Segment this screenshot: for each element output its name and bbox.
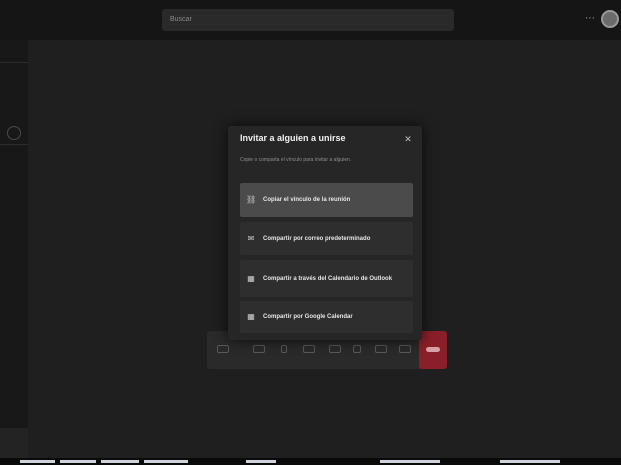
more-options-icon[interactable]: ⋯ xyxy=(583,11,597,27)
taskbar-item[interactable] xyxy=(500,460,560,463)
leave-button[interactable] xyxy=(419,331,447,369)
taskbar-item[interactable] xyxy=(101,460,139,463)
people-icon[interactable] xyxy=(253,345,265,353)
rooms-icon[interactable] xyxy=(303,345,315,353)
camera-icon[interactable] xyxy=(329,345,341,353)
avatar[interactable] xyxy=(601,10,619,28)
close-icon[interactable]: ✕ xyxy=(402,132,414,146)
chat-icon[interactable] xyxy=(217,345,229,353)
option-label: Compartir por correo predeterminado xyxy=(263,235,371,242)
more-actions-icon[interactable] xyxy=(399,345,411,353)
title-bar: Buscar ⋯ xyxy=(0,0,621,40)
reactions-icon[interactable] xyxy=(281,345,287,353)
calendar-icon: ▦ xyxy=(247,273,255,283)
option-label: Copiar el vínculo de la reunión xyxy=(263,197,351,203)
link-icon: ⛓ xyxy=(246,195,257,204)
mic-icon[interactable] xyxy=(353,345,361,353)
taskbar-item[interactable] xyxy=(60,460,96,463)
rail-divider xyxy=(0,144,28,145)
search-input[interactable]: Buscar xyxy=(162,9,454,31)
taskbar-item[interactable] xyxy=(246,460,276,463)
share-google-button[interactable]: ▦ Compartir por Google Calendar xyxy=(240,301,413,333)
hangup-icon xyxy=(426,347,440,352)
app-rail xyxy=(0,40,28,458)
rail-bottom-item[interactable] xyxy=(0,428,28,458)
invite-dialog: Invitar a alguien a unirse ✕ Copie o com… xyxy=(228,126,422,340)
option-label: Compartir por Google Calendar xyxy=(263,314,353,320)
app-window: Buscar ⋯ Invitar a alguien a unirse ✕ Co… xyxy=(0,0,621,458)
rail-app-icon[interactable] xyxy=(7,126,21,140)
taskbar-item[interactable] xyxy=(144,460,188,463)
share-outlook-button[interactable]: ▦ Compartir a través del Calendario de O… xyxy=(240,260,413,297)
taskbar-item[interactable] xyxy=(380,460,440,463)
dialog-subtitle: Copie o comparta el vínculo para invitar… xyxy=(240,157,352,163)
share-icon[interactable] xyxy=(375,345,387,353)
option-label: Compartir a través del Calendario de Out… xyxy=(263,275,393,282)
share-email-button[interactable]: ✉ Compartir por correo predeterminado xyxy=(240,222,413,255)
mail-icon: ✉ xyxy=(247,233,255,243)
taskbar-item[interactable] xyxy=(20,460,55,463)
rail-divider xyxy=(0,62,28,63)
copy-link-button[interactable]: ⛓ Copiar el vínculo de la reunión xyxy=(240,183,413,217)
dialog-title: Invitar a alguien a unirse xyxy=(240,133,346,143)
calendar-icon: ▦ xyxy=(247,312,255,321)
os-taskbar xyxy=(0,458,621,465)
